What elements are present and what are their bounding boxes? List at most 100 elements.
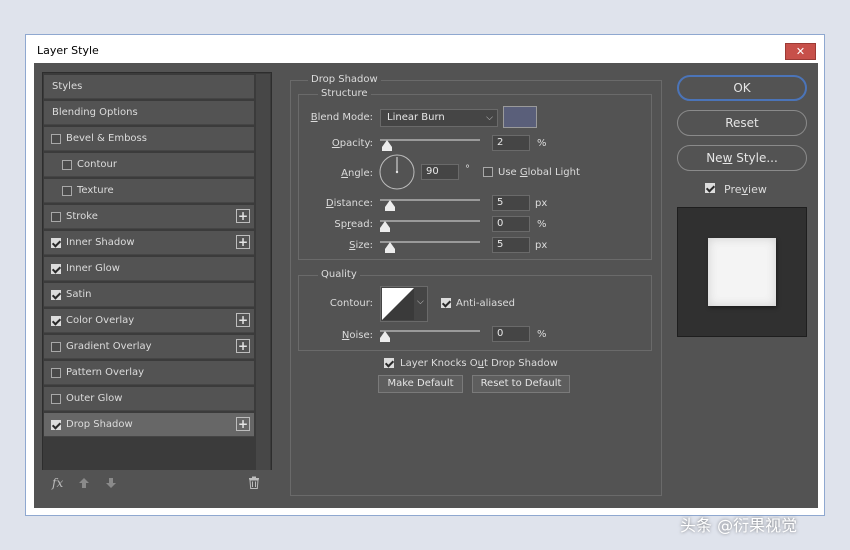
list-scrollbar[interactable] [256,74,270,470]
noise-unit: % [537,329,547,340]
sidebar-item-label: Outer Glow [66,393,123,404]
sidebar-item-pattern-overlay[interactable]: Pattern Overlay [44,361,254,385]
sidebar-item-label: Inner Glow [66,263,120,274]
distance-input[interactable]: 5 [492,195,530,211]
size-slider-track[interactable] [380,241,480,243]
new-style-button[interactable]: New Style... [677,145,807,171]
sidebar-item-gradient-overlay[interactable]: Gradient Overlay + [44,335,254,359]
size-label: Size: [349,240,373,251]
sidebar-item-label: Blending Options [52,107,138,118]
style-preview [677,207,807,337]
sidebar-item-label: Contour [77,159,117,170]
sidebar-item-label: Bevel & Emboss [66,133,147,144]
checkbox[interactable] [51,316,61,326]
sidebar-item-stroke[interactable]: Stroke + [44,205,254,229]
sidebar-item-drop-shadow[interactable]: Drop Shadow + [44,413,254,437]
blend-mode-label: Blend Mode: [310,112,373,123]
layer-knocks-out-checkbox[interactable] [384,358,394,368]
drop-shadow-title: Drop Shadow [308,74,381,85]
blend-mode-select[interactable]: Linear Burn ⌵ [380,109,498,127]
sidebar-item-label: Color Overlay [66,315,135,326]
sidebar-item-label: Stroke [66,211,98,222]
styles-list-footer: fx [42,470,272,498]
use-global-light-label: Use Global Light [498,167,580,178]
checkbox[interactable] [62,186,72,196]
close-icon: ✕ [795,45,806,58]
spread-slider-thumb[interactable] [380,221,390,232]
plus-icon[interactable]: + [236,339,250,353]
fx-icon[interactable]: fx [52,476,63,490]
checkbox[interactable] [51,420,61,430]
noise-slider-thumb[interactable] [380,331,390,342]
checkbox[interactable] [51,212,61,222]
sidebar-item-texture[interactable]: Texture [44,179,254,203]
opacity-label: Opacity: [331,138,373,149]
opacity-slider-track[interactable] [380,139,480,141]
use-global-light-checkbox[interactable] [483,167,493,177]
arrow-up-icon[interactable] [78,477,90,492]
size-unit: px [535,240,548,251]
sidebar-item-styles[interactable]: Styles [44,75,254,99]
opacity-slider-thumb[interactable] [382,140,392,151]
close-button[interactable]: ✕ [785,43,816,60]
contour-picker[interactable]: ⌵ [380,286,428,322]
sidebar-item-inner-shadow[interactable]: Inner Shadow + [44,231,254,255]
sidebar-item-contour[interactable]: Contour [44,153,254,177]
sidebar-item-label: Gradient Overlay [66,341,152,352]
sidebar-item-inner-glow[interactable]: Inner Glow [44,257,254,281]
arrow-down-icon[interactable] [105,477,117,492]
spread-label: Spread: [334,219,373,230]
distance-slider-track[interactable] [380,199,480,201]
contour-label: Contour: [329,298,373,309]
sidebar-item-blending-options[interactable]: Blending Options [44,101,254,125]
plus-icon[interactable]: + [236,209,250,223]
sidebar-item-label: Texture [77,185,114,196]
anti-aliased-checkbox[interactable] [441,298,451,308]
reset-to-default-button[interactable]: Reset to Default [472,375,570,393]
distance-slider-thumb[interactable] [385,200,395,211]
preview-checkbox[interactable] [705,183,715,193]
shadow-color-swatch[interactable] [503,106,537,128]
structure-title: Structure [318,88,371,99]
sidebar-item-label: Satin [66,289,92,300]
angle-input[interactable]: 90 [421,164,459,180]
angle-dial[interactable] [379,154,415,190]
sidebar-item-bevel-emboss[interactable]: Bevel & Emboss [44,127,254,151]
plus-icon[interactable]: + [236,313,250,327]
sidebar-item-outer-glow[interactable]: Outer Glow [44,387,254,411]
checkbox[interactable] [51,264,61,274]
distance-unit: px [535,198,548,209]
title-bar[interactable] [26,35,824,63]
checkbox[interactable] [51,342,61,352]
checkbox[interactable] [51,368,61,378]
noise-input[interactable]: 0 [492,326,530,342]
checkbox[interactable] [51,134,61,144]
spread-slider-track[interactable] [380,220,480,222]
preview-label: Preview [724,183,767,196]
sidebar-item-satin[interactable]: Satin [44,283,254,307]
checkbox[interactable] [62,160,72,170]
sidebar-item-label: Drop Shadow [66,419,133,430]
sidebar-item-label: Inner Shadow [66,237,135,248]
spread-unit: % [537,219,547,230]
noise-slider-track[interactable] [380,330,480,332]
trash-icon[interactable] [248,476,260,492]
reset-button[interactable]: Reset [677,110,807,136]
angle-label: Angle: [341,168,373,179]
sidebar-item-label: Styles [52,81,83,92]
spread-input[interactable]: 0 [492,216,530,232]
size-slider-thumb[interactable] [385,242,395,253]
plus-icon[interactable]: + [236,417,250,431]
checkbox[interactable] [51,290,61,300]
checkbox[interactable] [51,238,61,248]
ok-button[interactable]: OK [677,75,807,101]
sidebar-item-color-overlay[interactable]: Color Overlay + [44,309,254,333]
watermark-text: 头条 @衍果视觉 [680,516,798,535]
checkbox[interactable] [51,394,61,404]
make-default-button[interactable]: Make Default [378,375,463,393]
size-input[interactable]: 5 [492,237,530,253]
opacity-input[interactable]: 2 [492,135,530,151]
quality-title: Quality [318,269,360,280]
plus-icon[interactable]: + [236,235,250,249]
blend-mode-value: Linear Burn [387,112,445,123]
